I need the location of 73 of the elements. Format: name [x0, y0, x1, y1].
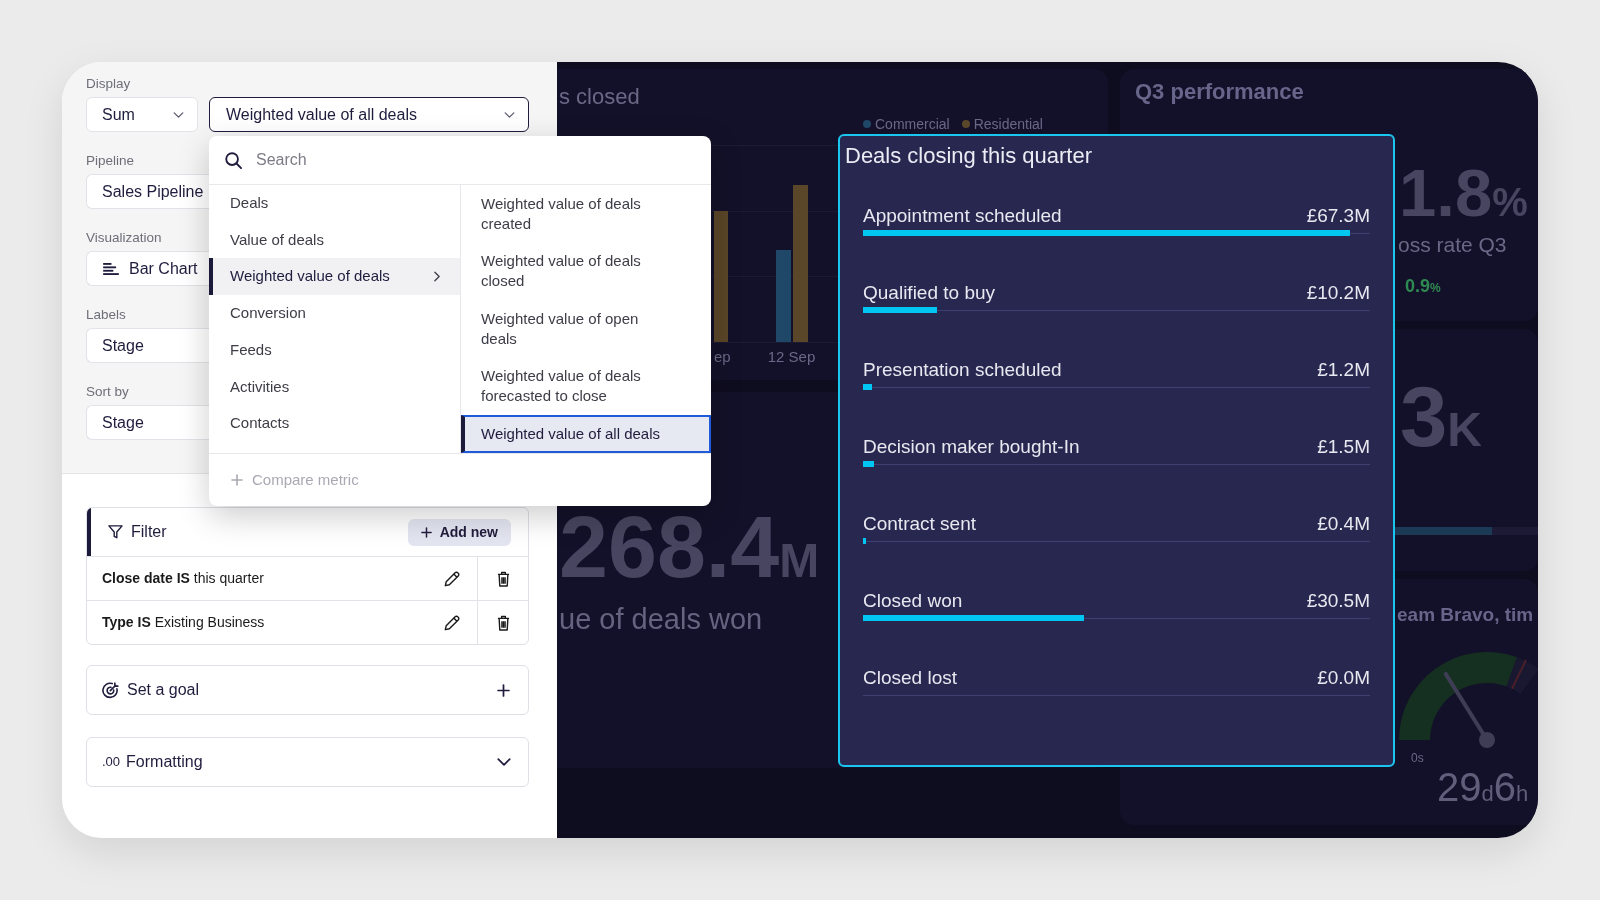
chevron-down-icon: [497, 758, 511, 766]
submenu-item[interactable]: Weighted value of all deals: [461, 415, 711, 453]
plus-icon: [420, 526, 432, 538]
legend-label: Residential: [973, 117, 1043, 131]
select-field[interactable]: Bar Chart: [86, 251, 209, 286]
gauge-label: 0s: [1411, 751, 1424, 765]
field-label: Labels: [86, 308, 126, 322]
card-title: eam Bravo, tim: [1397, 603, 1534, 627]
chart-title: s closed: [559, 84, 640, 110]
submenu-item[interactable]: Weighted value of open deals: [461, 300, 711, 358]
chevron-right-icon: [434, 271, 440, 283]
add-filter-button[interactable]: Add new: [407, 518, 511, 546]
menu-item[interactable]: Feeds: [209, 331, 460, 369]
menu-item[interactable]: Value of deals: [209, 221, 460, 259]
chevron-down-icon: [173, 111, 184, 118]
stage-name: Qualified to buy: [863, 281, 996, 305]
stage-value: £0.0M: [1317, 666, 1370, 690]
stage-value: £10.2M: [1306, 281, 1370, 305]
menu-item[interactable]: Activities: [209, 368, 460, 406]
aggregate-select[interactable]: Sum: [86, 97, 198, 132]
change-value: 0.9%: [1405, 275, 1441, 297]
stage-name: Closed lost: [863, 666, 957, 690]
stage-name: Presentation scheduled: [863, 358, 1062, 382]
filter-icon: [108, 525, 123, 539]
search-icon: [225, 151, 242, 169]
stage-name: Closed won: [863, 589, 963, 613]
trash-icon[interactable]: [496, 570, 510, 587]
menu-item[interactable]: Deals: [209, 185, 460, 222]
filter-rule-text: Type IS Existing Business: [102, 613, 265, 632]
menu-item[interactable]: Conversion: [209, 295, 460, 332]
axis-label: ep: [714, 348, 731, 366]
card-title: Deals closing this quarter: [845, 142, 1092, 170]
field-label: Display: [86, 77, 131, 91]
stage-value: £67.3M: [1306, 204, 1370, 228]
select-field[interactable]: Stage: [86, 405, 209, 440]
set-goal-button[interactable]: Set a goal: [86, 665, 529, 715]
card-title: Q3 performance: [1135, 80, 1304, 104]
trash-icon[interactable]: [496, 614, 510, 631]
chevron-down-icon: [504, 111, 515, 118]
submenu-item[interactable]: Weighted value of deals forecasted to close: [461, 357, 711, 415]
axis-label: 12 Sep: [767, 348, 816, 366]
select-field[interactable]: Stage: [86, 328, 209, 363]
stage-value: £30.5M: [1306, 589, 1370, 613]
stage-name: Contract sent: [863, 512, 976, 536]
search-field[interactable]: Search: [256, 145, 695, 175]
stage-value: £1.2M: [1317, 358, 1370, 382]
pencil-icon[interactable]: [444, 570, 460, 587]
target-icon: [102, 681, 119, 699]
metric-select[interactable]: Weighted value of all deals: [209, 97, 529, 132]
legend-label: Commercial: [875, 117, 950, 131]
formatting-button[interactable]: .00 Formatting: [86, 737, 529, 787]
kpi-caption: oss rate Q3: [1398, 232, 1507, 258]
submenu-item[interactable]: Weighted value of deals created: [461, 185, 711, 243]
submenu-item[interactable]: Weighted value of deals closed: [461, 242, 711, 300]
decimal-format-symbol: .00: [102, 755, 121, 769]
bar-chart-icon: [103, 262, 119, 275]
filter-rule-text: Close date IS this quarter: [102, 569, 264, 588]
filter-title: Filter: [131, 522, 167, 542]
stage-value: £0.4M: [1317, 512, 1370, 536]
menu-item[interactable]: Contacts: [209, 405, 460, 442]
plus-icon: [231, 474, 243, 486]
pencil-icon[interactable]: [444, 614, 460, 631]
duration-value: 29d6h: [1437, 765, 1529, 809]
plus-icon: [497, 683, 510, 697]
stage-value: £1.5M: [1317, 435, 1370, 459]
field-label: Sort by: [86, 385, 129, 399]
stage-name: Decision maker bought-In: [863, 435, 1080, 459]
kpi-caption: ue of deals won: [559, 602, 763, 636]
field-label: Pipeline: [86, 154, 135, 168]
field-label: Visualization: [86, 231, 162, 245]
select-field[interactable]: Sales Pipeline: [86, 174, 209, 209]
stage-name: Appointment scheduled: [863, 204, 1062, 228]
menu-item[interactable]: Weighted value of deals: [209, 258, 460, 296]
